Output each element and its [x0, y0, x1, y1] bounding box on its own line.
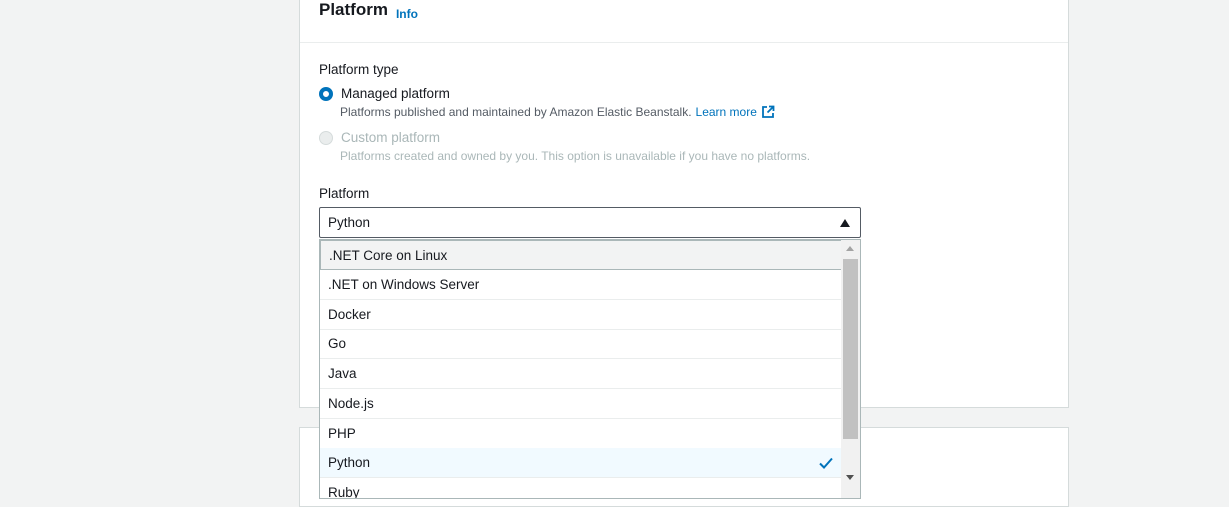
custom-platform-description: Platforms created and owned by you. This…	[340, 149, 811, 163]
managed-platform-description-text: Platforms published and maintained by Am…	[340, 105, 692, 119]
platform-label: Platform	[319, 186, 370, 201]
panel-title: Platform	[319, 0, 388, 19]
platform-option-label: Python	[328, 455, 371, 470]
external-link-icon[interactable]	[761, 105, 775, 119]
learn-more-link[interactable]: Learn more	[696, 105, 757, 119]
platform-option[interactable]: Java	[320, 359, 842, 389]
platform-option[interactable]: .NET on Windows Server	[320, 270, 842, 300]
platform-dropdown-list: .NET Core on Linux .NET on Windows Serve…	[319, 239, 861, 499]
platform-option[interactable]: Node.js	[320, 389, 842, 419]
platform-type-label: Platform type	[319, 62, 399, 77]
platform-option-selected[interactable]: Python	[320, 448, 842, 478]
platform-option[interactable]: Docker	[320, 300, 842, 330]
panel-header: Platform Info	[300, 0, 1068, 43]
check-icon	[819, 457, 833, 469]
managed-platform-radio-row[interactable]: Managed platform	[319, 86, 450, 101]
platform-option[interactable]: .NET Core on Linux	[320, 240, 842, 270]
scroll-up-arrow-icon[interactable]	[846, 246, 854, 251]
scrollbar-thumb[interactable]	[843, 259, 858, 439]
platform-option[interactable]: Ruby	[320, 478, 842, 498]
managed-platform-radio[interactable]	[319, 86, 333, 101]
scroll-down-arrow-icon[interactable]	[846, 475, 854, 480]
custom-platform-radio	[319, 130, 333, 145]
dropdown-scrollbar[interactable]	[841, 240, 860, 498]
platform-option[interactable]: PHP	[320, 419, 842, 449]
platform-option[interactable]: Go	[320, 329, 842, 359]
custom-platform-radio-row: Custom platform	[319, 130, 440, 145]
managed-platform-label: Managed platform	[341, 86, 450, 101]
custom-platform-label: Custom platform	[341, 130, 441, 145]
caret-up-icon[interactable]	[840, 219, 850, 227]
platform-select-value: Python	[328, 215, 371, 230]
info-link[interactable]: Info	[396, 7, 418, 21]
platform-select[interactable]: Python	[319, 207, 861, 238]
managed-platform-description: Platforms published and maintained by Am…	[340, 105, 775, 119]
